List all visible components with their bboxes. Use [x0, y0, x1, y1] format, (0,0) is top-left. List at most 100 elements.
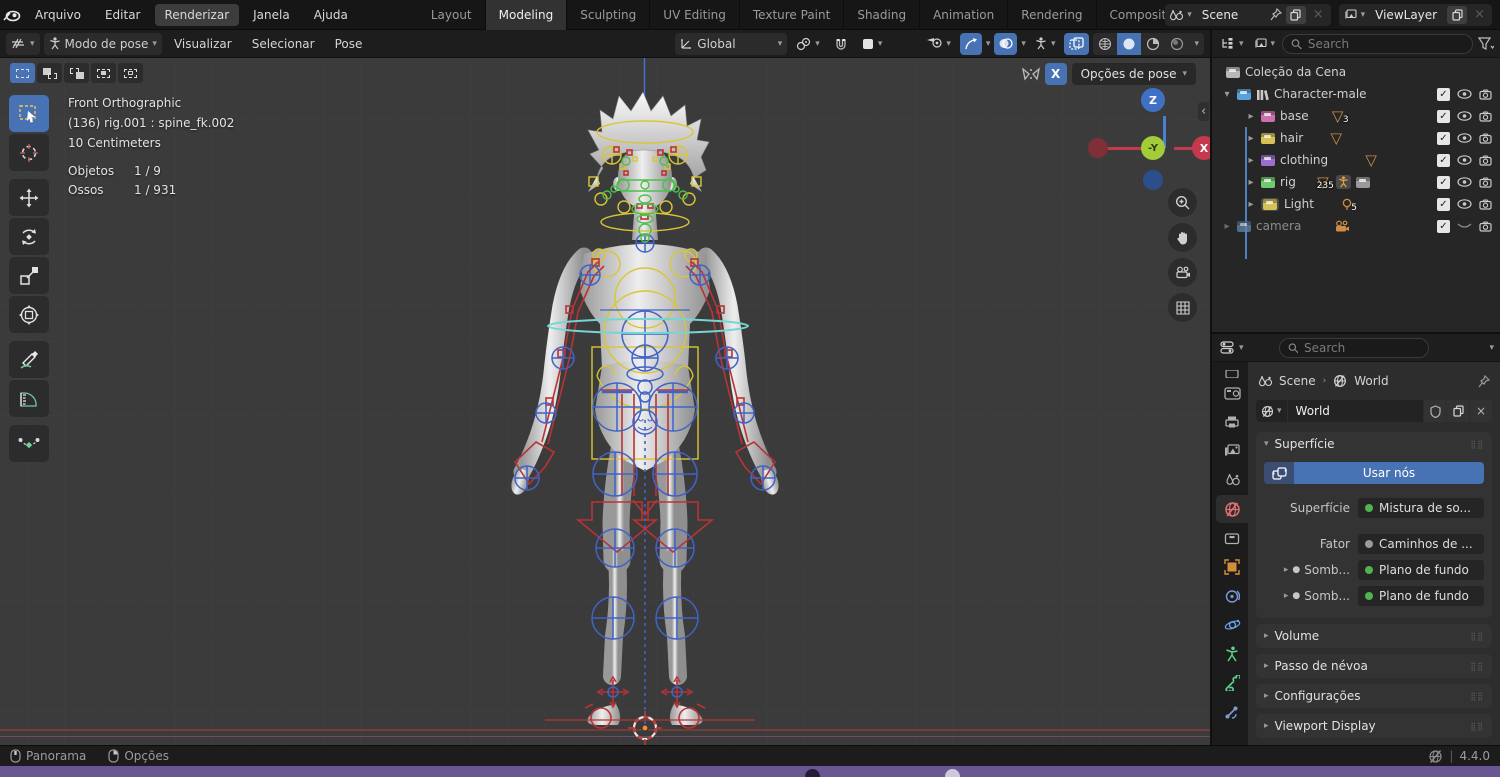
world-name-field[interactable]: World — [1288, 400, 1423, 422]
menu-ajuda[interactable]: Ajuda — [302, 0, 360, 30]
camera-view-button[interactable] — [1168, 258, 1197, 287]
eye-icon[interactable] — [1457, 89, 1472, 99]
fake-user-button[interactable] — [1424, 400, 1446, 422]
tab-view-layer[interactable] — [1216, 437, 1248, 465]
tab-output[interactable] — [1216, 408, 1248, 436]
menu-arquivo[interactable]: Arquivo — [23, 0, 93, 30]
expand-icon[interactable]: ▸ — [1246, 177, 1256, 188]
gizmo-z-axis[interactable]: Z — [1141, 88, 1165, 112]
tab-compositing[interactable]: Compositing — [1097, 0, 1166, 30]
eye-closed-icon[interactable] — [1457, 221, 1472, 231]
x-axis-mirror-toggle[interactable]: X — [1045, 63, 1067, 85]
properties-options-dropdown[interactable]: ▾ — [1489, 343, 1494, 353]
tab-object-data[interactable] — [1216, 640, 1248, 668]
shading-material-button[interactable] — [1141, 33, 1165, 55]
zoom-button[interactable] — [1168, 188, 1197, 217]
tab-modeling[interactable]: Modeling — [486, 0, 568, 30]
transform-orientation-selector[interactable]: Global ▾ — [675, 33, 787, 55]
rotate-tool[interactable] — [9, 218, 49, 255]
panel-drag-handle[interactable]: ⣿⣿ — [1470, 632, 1484, 641]
surface-shader-selector[interactable]: Mistura de so... — [1358, 498, 1484, 518]
gizmo-neg-x-axis[interactable] — [1088, 138, 1108, 158]
breadcrumb-world[interactable]: World — [1354, 374, 1388, 388]
row-hair[interactable]: ▸ hair ▽ ✓ — [1212, 127, 1500, 149]
tab-shading[interactable]: Shading — [844, 0, 920, 30]
tab-world[interactable] — [1216, 495, 1248, 523]
expand-icon[interactable]: ▸ — [1246, 111, 1256, 122]
row-character-male[interactable]: ▾ Character-male ✓ — [1212, 83, 1500, 105]
exclude-checkbox[interactable]: ✓ — [1437, 198, 1450, 211]
toggle-xray-button[interactable] — [1064, 33, 1089, 55]
shading-dropdown-icon[interactable]: ▾ — [1189, 39, 1204, 49]
tab-animation[interactable]: Animation — [920, 0, 1008, 30]
tab-object[interactable] — [1216, 553, 1248, 581]
volume-panel[interactable]: ▸Volume⣿⣿ — [1256, 624, 1492, 648]
new-viewlayer-button[interactable] — [1447, 6, 1467, 24]
eye-icon[interactable] — [1457, 133, 1472, 143]
panel-drag-handle[interactable]: ⣿⣿ — [1470, 722, 1484, 731]
pose-options-dropdown[interactable]: Opções de pose ▾ — [1072, 63, 1196, 85]
tab-rendering[interactable]: Rendering — [1008, 0, 1096, 30]
tab-bone-constraints[interactable] — [1216, 698, 1248, 726]
properties-search-input[interactable] — [1304, 341, 1420, 355]
surface-panel-header[interactable]: ▾ Superfície ⣿⣿ — [1256, 432, 1492, 456]
cursor-tool[interactable] — [9, 134, 49, 171]
tab-uv-editing[interactable]: UV Editing — [650, 0, 740, 30]
select-intersect-button[interactable] — [118, 63, 143, 83]
scale-tool[interactable] — [9, 257, 49, 294]
outliner-display-mode-button[interactable]: ▾ — [1251, 33, 1278, 55]
pivot-point-selector[interactable]: ▾ — [791, 33, 825, 55]
tab-bone[interactable] — [1216, 669, 1248, 697]
breadcrumb-scene[interactable]: Scene — [1279, 374, 1316, 388]
mode-selector[interactable]: Modo de pose ▾ — [44, 33, 162, 55]
3d-viewport[interactable]: Front Orthographic (136) rig.001 : spine… — [0, 58, 1210, 745]
row-rig[interactable]: ▸ rig ▽235 ✓ — [1212, 171, 1500, 193]
exclude-checkbox[interactable]: ✓ — [1437, 132, 1450, 145]
measure-tool[interactable] — [9, 380, 49, 417]
tab-constraints[interactable] — [1216, 582, 1248, 610]
gizmo-neg-z-axis[interactable] — [1143, 170, 1163, 190]
tweak-select-tool[interactable] — [9, 95, 49, 132]
eye-icon[interactable] — [1457, 199, 1472, 209]
expand-icon[interactable]: ▸ — [1246, 133, 1256, 144]
expand-icon[interactable]: ▸ — [1246, 199, 1256, 210]
show-overlays-toggle[interactable] — [994, 33, 1017, 55]
row-clothing[interactable]: ▸ clothing ▽ ✓ — [1212, 149, 1500, 171]
factor-input[interactable]: Caminhos de ... — [1358, 534, 1484, 554]
properties-editor-type-button[interactable]: ▾ — [1218, 337, 1246, 359]
row-base[interactable]: ▸ base ▽3 ✓ — [1212, 105, 1500, 127]
editor-type-button[interactable]: ▾ — [6, 33, 40, 55]
sidebar-collapse-arrow[interactable]: ‹ — [1198, 102, 1209, 121]
render-camera-icon[interactable] — [1479, 155, 1492, 166]
menu-renderizar[interactable]: Renderizar — [155, 4, 240, 26]
eye-icon[interactable] — [1457, 177, 1472, 187]
gizmo-neg-y-axis[interactable]: -Y — [1141, 136, 1165, 160]
shading-wireframe-button[interactable] — [1093, 33, 1117, 55]
overlays-dropdown-icon[interactable]: ▾ — [1021, 39, 1026, 49]
row-camera[interactable]: ▸ camera ✓ — [1212, 215, 1500, 237]
tab-physics[interactable] — [1216, 611, 1248, 639]
render-camera-icon[interactable] — [1479, 111, 1492, 122]
outliner-editor-type-button[interactable]: ▾ — [1218, 33, 1246, 55]
annotate-tool[interactable] — [9, 341, 49, 378]
gizmo-x-axis[interactable]: X — [1192, 136, 1210, 160]
pose-display-options[interactable]: ▾ — [1030, 33, 1061, 55]
pose-breakdowner-tool[interactable] — [9, 425, 49, 462]
render-camera-icon[interactable] — [1479, 177, 1492, 188]
row-light[interactable]: ▸ Light 5 ✓ — [1212, 193, 1500, 215]
viewlayer-selector[interactable]: ▾ ViewLayer × — [1339, 4, 1492, 26]
snap-toggle[interactable] — [829, 33, 853, 55]
browse-world-button[interactable]: ▾ — [1256, 400, 1287, 422]
tab-scene[interactable] — [1216, 466, 1248, 494]
menu-selecionar[interactable]: Selecionar — [244, 30, 323, 58]
viewport-display-panel[interactable]: ▸Viewport Display⣿⣿ — [1256, 714, 1492, 738]
view-object-types-selector[interactable]: ▾ — [921, 33, 956, 55]
toggle-ortho-button[interactable] — [1168, 293, 1197, 322]
select-subtract-button[interactable] — [64, 63, 89, 83]
panel-drag-handle[interactable]: ⣿⣿ — [1470, 440, 1484, 449]
exclude-checkbox[interactable]: ✓ — [1437, 88, 1450, 101]
taskbar-app-icon[interactable] — [945, 769, 960, 777]
menu-janela[interactable]: Janela — [241, 0, 302, 30]
outliner-search-input[interactable] — [1308, 37, 1464, 51]
render-camera-icon[interactable] — [1479, 199, 1492, 210]
